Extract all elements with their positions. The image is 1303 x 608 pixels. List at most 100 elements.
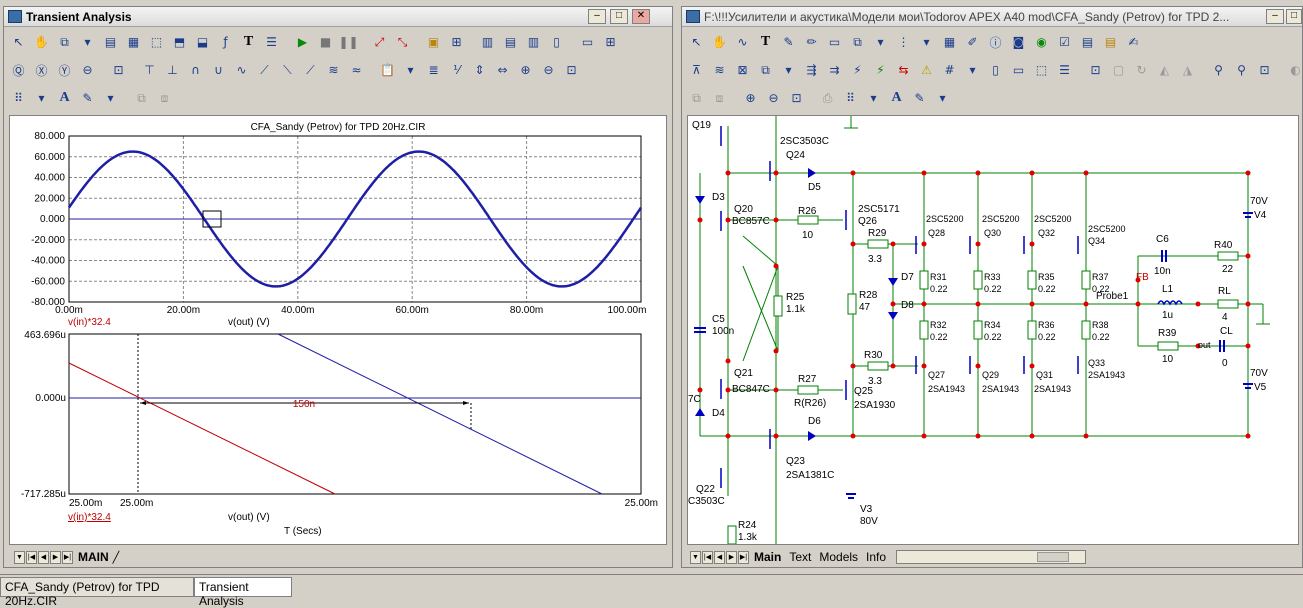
r-tab-first-button[interactable]: |◀ [702,550,713,564]
run-icon[interactable]: ▶ [292,32,313,53]
cursor-mode-icon[interactable]: ⊡ [108,60,129,81]
right-titlebar[interactable]: F:\!!!Усилители и акустика\Модели мои\To… [682,7,1302,27]
graph5-icon[interactable]: ⬓ [192,32,213,53]
tab-prev-button[interactable]: ◀ [38,550,49,564]
tab-schematic-main[interactable]: Main [750,550,785,564]
r-help-icon[interactable]: ⓘ [985,32,1006,53]
r-select-icon[interactable]: ↖ [686,32,707,53]
tab-menu-button[interactable]: ▼ [14,550,25,564]
scale-dropdown-icon[interactable]: ▾ [77,32,98,53]
r-color-icon[interactable]: ✎ [909,88,930,109]
r-zoom-fit-icon[interactable]: ⊡ [786,88,807,109]
layout4-icon[interactable]: ▯ [546,32,567,53]
right-restore-button[interactable]: □ [1286,9,1302,24]
r-t2-icon[interactable]: ≋ [709,60,730,81]
stop-icon[interactable]: ■ [315,32,336,53]
r-tab-prev-button[interactable]: ◀ [714,550,725,564]
r-print-icon[interactable]: ⎙ [817,88,838,109]
r-paste-icon[interactable]: ⧈ [709,88,730,109]
r-t5-icon[interactable]: ⇶ [801,60,822,81]
tab-last-button[interactable]: ▶| [62,550,73,564]
r-table-icon[interactable]: ▦ [939,32,960,53]
r-list2-icon[interactable]: ▤ [1100,32,1121,53]
color-dropdown-icon[interactable]: ▾ [100,88,121,109]
r-nav1-icon[interactable]: ◐ [1285,60,1303,81]
window1-icon[interactable]: ▣ [423,32,444,53]
schematic-canvas[interactable]: Q19 2SC3503C Q24 D5 D3 Q20 BC857C R26 10… [687,115,1299,545]
plot-area[interactable]: CFA_Sandy (Petrov) for TPD 20Hz.CIR 80.0… [9,115,667,545]
schematic-svg[interactable]: Q19 2SC3503C Q24 D5 D3 Q20 BC857C R26 10… [688,116,1298,545]
r-page3-icon[interactable]: ⬚ [1031,60,1052,81]
pause-icon[interactable]: ❚❚ [338,32,359,53]
paste-icon[interactable]: ⧈ [154,88,175,109]
slope-icon[interactable]: ⟋ [254,60,275,81]
text-tool-icon[interactable]: T [238,32,259,53]
r-warn-icon[interactable]: ⚠ [916,60,937,81]
r-wire3-icon[interactable]: ✏ [801,32,822,53]
r-color-dropdown-icon[interactable]: ▾ [932,88,953,109]
zoom-undo-icon[interactable]: ⊖ [77,60,98,81]
r-mon-icon[interactable]: ◙ [1008,32,1029,53]
layout5-icon[interactable]: ▭ [577,32,598,53]
tab-info[interactable]: Info [862,550,890,564]
scale-icon[interactable]: ⧉ [54,32,75,53]
select-icon[interactable]: ↖ [8,32,29,53]
layout2-icon[interactable]: ▤ [500,32,521,53]
r-probe-icon[interactable]: ✐ [962,32,983,53]
r-t4-dropdown-icon[interactable]: ▾ [778,60,799,81]
close-button[interactable]: ✕ [632,9,650,24]
r-zoom-out-icon[interactable]: ⊖ [763,88,784,109]
next-icon[interactable]: ⟍ [277,60,298,81]
layout3-icon[interactable]: ▥ [523,32,544,53]
function-icon[interactable]: ƒ [215,32,236,53]
maximize-button[interactable]: □ [610,9,628,24]
tab-next-button[interactable]: ▶ [50,550,61,564]
r-zoom-in-icon[interactable]: ⊕ [740,88,761,109]
valley-icon[interactable]: ⊥ [162,60,183,81]
graph3-icon[interactable]: ⬚ [146,32,167,53]
r-rot-icon[interactable]: ↻ [1131,60,1152,81]
r-grid-dropdown-icon[interactable]: ▾ [962,60,983,81]
r-sel-icon[interactable]: ⊡ [1085,60,1106,81]
low-icon[interactable]: ∪ [208,60,229,81]
grid-dropdown-icon[interactable]: ▾ [31,88,52,109]
tab-text[interactable]: Text [785,550,815,564]
clipboard-dropdown-icon[interactable]: ▾ [400,60,421,81]
global-low-icon[interactable]: ≈ [346,60,367,81]
r-page-icon[interactable]: ▯ [985,60,1006,81]
graph1-icon[interactable]: ▤ [100,32,121,53]
r-wire2-icon[interactable]: ✎ [778,32,799,53]
zoom-fit-icon[interactable]: Ⓠ [8,60,29,81]
r-grid2-icon[interactable]: ⠿ [840,88,861,109]
r-comp-dropdown-icon[interactable]: ▾ [870,32,891,53]
zoom-y-icon[interactable]: Ⓨ [54,60,75,81]
list-icon[interactable]: ≣ [423,60,444,81]
r-node-icon[interactable]: ⋮ [893,32,914,53]
graph4-icon[interactable]: ⬒ [169,32,190,53]
r-t4-icon[interactable]: ⧉ [755,60,776,81]
marker1-icon[interactable]: ⤢ [369,32,390,53]
copy-icon[interactable]: ⧉ [131,88,152,109]
global-high-icon[interactable]: ≋ [323,60,344,81]
font-icon[interactable]: A [54,88,75,109]
r-fit-icon[interactable]: ⊡ [1254,60,1275,81]
zoom-out-icon[interactable]: ⊖ [538,60,559,81]
r-t3-icon[interactable]: ⊠ [732,60,753,81]
r-t8-icon[interactable]: ⚡ [870,60,891,81]
properties-icon[interactable]: ☰ [261,32,282,53]
plot-svg[interactable]: CFA_Sandy (Petrov) for TPD 20Hz.CIR 80.0… [10,116,666,544]
r-comp-icon[interactable]: ⧉ [847,32,868,53]
r-page2-icon[interactable]: ▭ [1008,60,1029,81]
r-t9-icon[interactable]: ⇆ [893,60,914,81]
r-globe-icon[interactable]: ◉ [1031,32,1052,53]
inflection-icon[interactable]: ∿ [231,60,252,81]
task-schematic[interactable]: CFA_Sandy (Petrov) for TPD 20Hz.CIR [0,577,194,608]
r-t6-icon[interactable]: ⇉ [824,60,845,81]
r-find2-icon[interactable]: ⚲ [1231,60,1252,81]
r-pan-icon[interactable]: ✋ [709,32,730,53]
r-tab-last-button[interactable]: ▶| [738,550,749,564]
r-t1-icon[interactable]: ⊼ [686,60,707,81]
r-tab-menu-button[interactable]: ▼ [690,550,701,564]
numbers-icon[interactable]: ⅟ [446,60,467,81]
zoom-window-icon[interactable]: ⊡ [561,60,582,81]
